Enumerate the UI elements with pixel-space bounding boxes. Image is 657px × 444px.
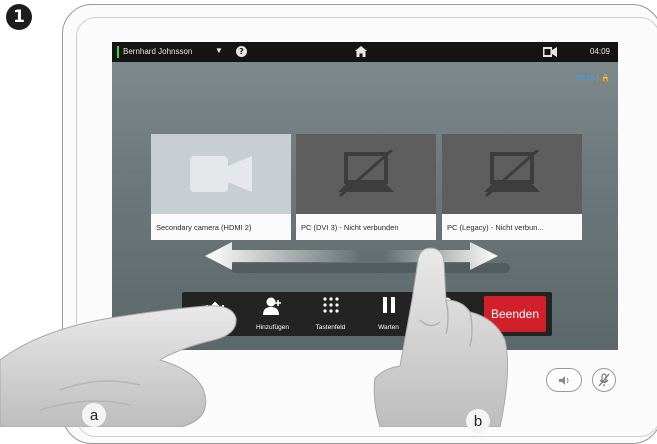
transfer-label: ...ragung [433, 324, 460, 331]
presence-indicator [117, 46, 119, 58]
tile-preview [442, 134, 582, 214]
source-tile-secondary-camera[interactable]: Secondary camera (HDMI 2) [151, 134, 291, 240]
laptop-disconnected-icon [338, 150, 394, 198]
transfer-user-icon [438, 297, 455, 315]
keypad-button[interactable]: Tastenfeld [302, 292, 359, 336]
call-timer: 00:33 [575, 75, 594, 82]
tile-preview [296, 134, 436, 214]
add-participant-button[interactable]: Hinzufügen [244, 292, 301, 336]
share-icon [205, 301, 224, 317]
touch-screen: Bernhard Johnsson ▼ ? 04:09 00:33 | 🔒 Seco… [112, 42, 618, 350]
add-user-icon [262, 297, 281, 315]
source-label: PC (Legacy) - Nicht verbun... [442, 214, 582, 240]
hold-button[interactable]: Warten [360, 292, 417, 336]
caller-name[interactable]: Bernhard Johnsson [123, 47, 192, 56]
end-call-button[interactable]: Beenden [484, 296, 546, 332]
camera-status-icon[interactable] [543, 47, 557, 57]
call-toolbar: Hinzufügen Tastenfeld Warten ...ragung B… [182, 292, 552, 336]
tile-preview [151, 134, 291, 214]
keypad-label: Tastenfeld [315, 324, 346, 331]
step-letter-b: b [466, 409, 490, 433]
share-button[interactable] [186, 292, 243, 336]
chevron-down-icon[interactable]: ▼ [215, 46, 223, 55]
step-letter-a: a [82, 403, 106, 427]
step-number-badge: 1 [6, 4, 32, 30]
status-bar: Bernhard Johnsson ▼ ? 04:09 [112, 42, 618, 62]
add-participant-label: Hinzufügen [256, 324, 289, 331]
transfer-button[interactable]: ...ragung [418, 292, 475, 336]
camera-icon [190, 156, 252, 192]
volume-button[interactable] [546, 368, 582, 392]
lock-icon: 🔒 [601, 75, 610, 82]
speaker-icon [558, 375, 568, 385]
hold-label: Warten [378, 324, 399, 331]
call-duration: 00:33 | 🔒 [575, 75, 610, 82]
source-tile-pc-legacy[interactable]: PC (Legacy) - Nicht verbun... [442, 134, 582, 240]
home-icon[interactable] [355, 46, 367, 57]
help-icon[interactable]: ? [236, 46, 247, 57]
mute-microphone-button[interactable] [592, 368, 616, 392]
pause-icon [382, 297, 395, 313]
source-label: Secondary camera (HDMI 2) [151, 214, 291, 240]
source-label: PC (DVI 3) - Nicht verbunden [296, 214, 436, 240]
source-tile-pc-dvi[interactable]: PC (DVI 3) - Nicht verbunden [296, 134, 436, 240]
keypad-icon [322, 297, 339, 313]
microphone-muted-icon [598, 373, 610, 387]
laptop-disconnected-icon [484, 150, 540, 198]
clock: 04:09 [589, 47, 610, 56]
